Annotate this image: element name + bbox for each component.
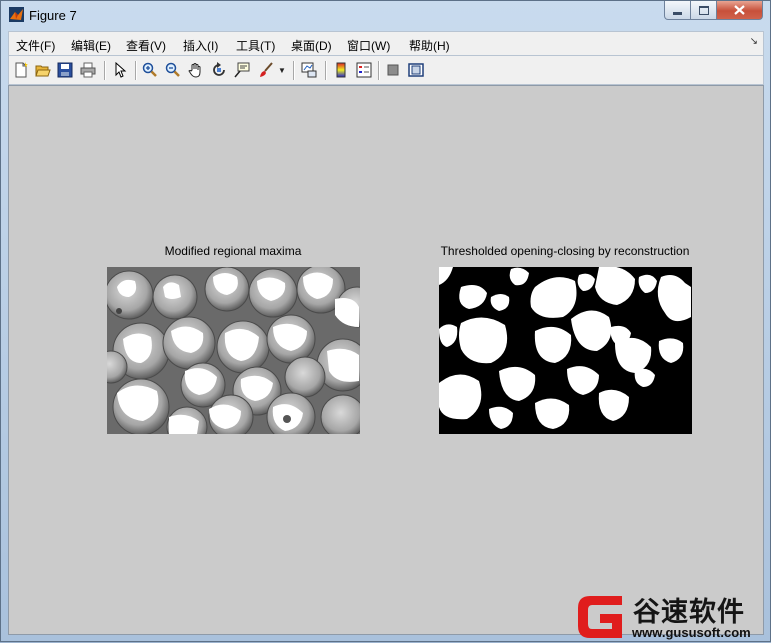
show-plot-tools-button[interactable]	[406, 60, 426, 80]
insert-colorbar-button[interactable]	[331, 60, 351, 80]
zoom-in-button[interactable]	[140, 60, 160, 80]
matlab-logo-icon	[9, 7, 24, 22]
thresholded-opening-closing-image[interactable]	[439, 267, 692, 434]
save-figure-button[interactable]	[55, 60, 75, 80]
rotate-3d-button[interactable]	[209, 60, 229, 80]
link-plot-icon	[301, 62, 317, 78]
brush-icon	[260, 62, 273, 77]
menu-overflow-icon[interactable]: ↘	[750, 36, 758, 47]
menu-view[interactable]: 查看(V)	[126, 37, 166, 54]
menu-bar: 文件(F) 编辑(E) 查看(V) 插入(I) 工具(T) 桌面(D) 窗口(W…	[8, 31, 764, 56]
figure-window: Figure 7 文件(F) 编辑(E) 查看(V) 插入(I) 工具(T) 桌…	[0, 0, 771, 642]
print-figure-icon	[80, 62, 96, 78]
gususoft-logo-icon	[578, 596, 622, 638]
title-bar[interactable]: Figure 7	[1, 1, 770, 31]
close-icon	[734, 5, 745, 15]
pan-hand-icon	[188, 63, 201, 78]
new-figure-button[interactable]	[11, 60, 31, 80]
figure-toolbar: ▼	[8, 56, 764, 85]
hide-plot-tools-button[interactable]	[383, 60, 403, 80]
menu-desktop[interactable]: 桌面(D)	[291, 37, 332, 54]
zoom-in-icon	[142, 62, 157, 77]
gususoft-watermark: 谷速软件 www.gususoft.com	[572, 590, 771, 643]
insert-legend-icon	[356, 62, 372, 78]
menu-file[interactable]: 文件(F)	[16, 37, 55, 54]
show-plot-tools-icon	[408, 63, 424, 77]
open-file-icon	[35, 65, 51, 77]
brush-button[interactable]	[256, 60, 276, 80]
insert-colorbar-icon	[336, 62, 346, 78]
hide-plot-tools-icon	[387, 64, 399, 76]
axes-title-left: Modified regional maxima	[164, 244, 302, 258]
save-figure-icon	[57, 62, 73, 78]
pan-button[interactable]	[186, 60, 206, 80]
modified-regional-maxima-image[interactable]	[107, 267, 360, 434]
watermark-url: www.gususoft.com	[632, 625, 751, 640]
data-cursor-icon	[234, 62, 250, 78]
new-figure-icon	[15, 62, 28, 78]
close-button[interactable]	[717, 1, 763, 20]
link-plot-button[interactable]	[299, 60, 319, 80]
minimize-icon	[673, 11, 682, 15]
print-figure-button[interactable]	[78, 60, 98, 80]
minimize-button[interactable]	[664, 1, 691, 20]
insert-legend-button[interactable]	[354, 60, 374, 80]
menu-insert[interactable]: 插入(I)	[183, 37, 218, 54]
zoom-out-button[interactable]	[163, 60, 183, 80]
open-file-button[interactable]	[33, 60, 53, 80]
maximize-button[interactable]	[691, 1, 717, 20]
window-title: Figure 7	[29, 8, 77, 23]
brush-dropdown[interactable]: ▼	[276, 60, 288, 80]
maximize-icon	[698, 5, 709, 15]
edit-plot-arrow-icon	[115, 62, 127, 78]
figure-canvas: Modified regional maxima Thresholded ope…	[8, 85, 764, 635]
menu-edit[interactable]: 编辑(E)	[71, 37, 111, 54]
data-cursor-button[interactable]	[232, 60, 252, 80]
axes-title-right: Thresholded opening-closing by reconstru…	[440, 244, 690, 258]
edit-plot-button[interactable]	[110, 60, 130, 80]
rotate-3d-icon	[213, 62, 225, 76]
menu-window[interactable]: 窗口(W)	[347, 37, 390, 54]
chevron-down-icon: ▼	[278, 65, 286, 75]
menu-help[interactable]: 帮助(H)	[409, 37, 450, 54]
zoom-out-icon	[165, 62, 180, 77]
menu-tools[interactable]: 工具(T)	[236, 37, 275, 54]
watermark-name: 谷速软件	[633, 597, 745, 627]
